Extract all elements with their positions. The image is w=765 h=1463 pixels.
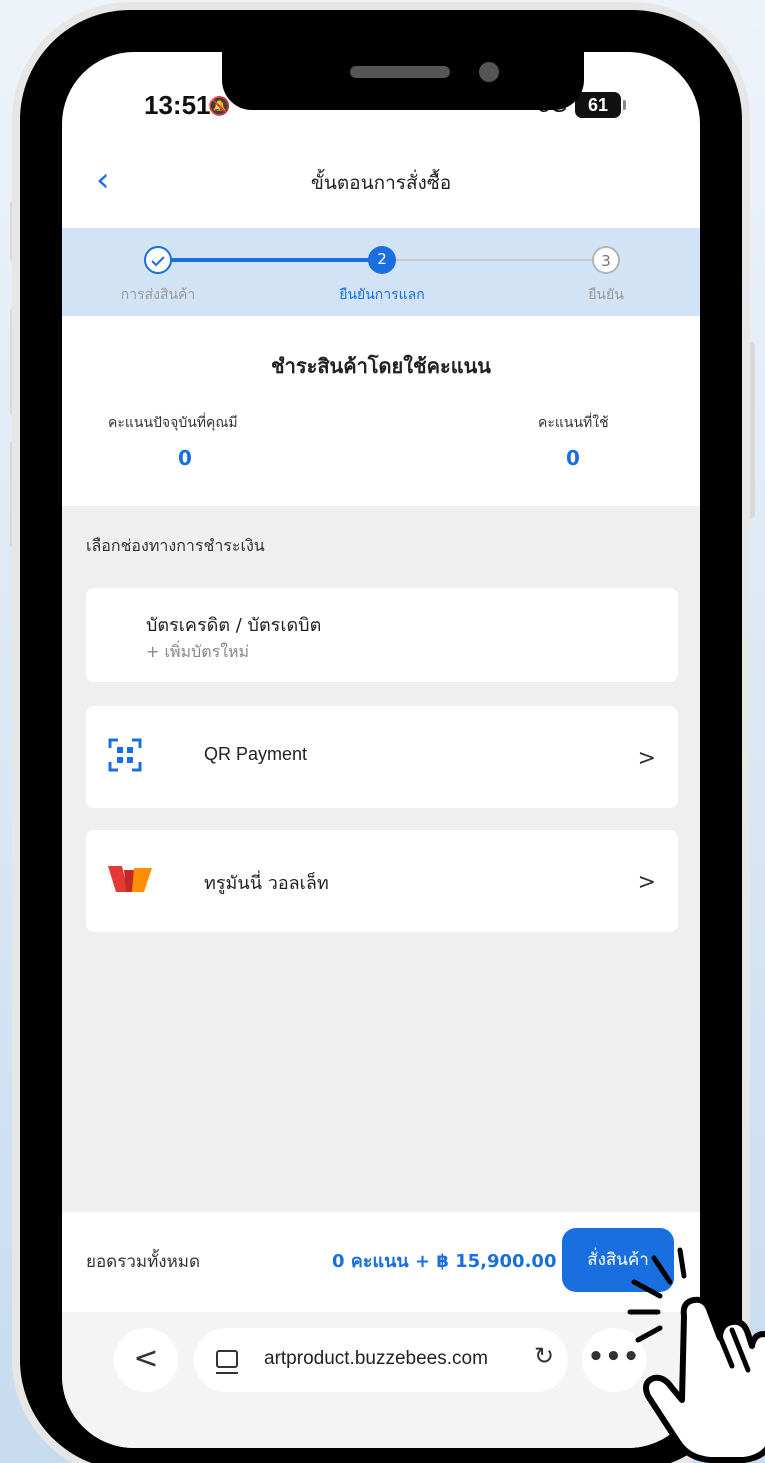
- volume-up-button: [10, 308, 20, 416]
- tap-hand-icon: [627, 1247, 765, 1463]
- total-label: ยอดรวมทั้งหมด: [86, 1252, 201, 1272]
- url-text: artproduct.buzzebees.com: [264, 1348, 488, 1369]
- progress-stepper: 2 3 การส่งสินค้า ยืนยันการแลก ยืนยัน: [62, 228, 700, 316]
- truemoney-logo-icon: [108, 866, 152, 892]
- order-footer: ยอดรวมทั้งหมด 0 คะแนน + ฿ 15,900.00 สั่ง…: [62, 1212, 700, 1312]
- mute-switch: [10, 200, 20, 262]
- step-line-pending: [388, 259, 604, 261]
- status-time: 13:51: [144, 90, 211, 120]
- volume-down-button: [10, 440, 20, 548]
- truemoney-wallet-label: ทรูมันนี่ วอลเล็ท: [204, 873, 329, 894]
- browser-toolbar: < artproduct.buzzebees.com ↻ •••: [62, 1312, 700, 1448]
- browser-back-button[interactable]: <: [114, 1328, 178, 1392]
- current-points-label: คะแนนปัจจุบันที่คุณมี: [108, 415, 238, 431]
- used-points-value: 0: [566, 446, 580, 470]
- credit-card-option[interactable]: บัตรเครดิต / บัตรเดบิต + เพิ่มบัตรใหม่: [86, 588, 678, 682]
- points-section: ชำระสินค้าโดยใช้คะแนน คะแนนปัจจุบันที่คุ…: [62, 316, 700, 506]
- used-points-label: คะแนนที่ใช้: [538, 415, 609, 431]
- credit-card-title: บัตรเครดิต / บัตรเดบิต: [146, 615, 322, 636]
- page-title: ขั้นตอนการสั่งซื้อ: [310, 172, 452, 194]
- step-2-circle: 2: [368, 246, 396, 274]
- qr-payment-option[interactable]: QR Payment >: [86, 706, 678, 808]
- payment-section: เลือกช่องทางการชำระเงิน บัตรเครดิต / บัต…: [62, 506, 700, 1212]
- step-1-check-icon: [144, 246, 172, 274]
- step-3-circle: 3: [592, 246, 620, 274]
- step-2-label: ยืนยันการแลก: [339, 287, 425, 303]
- notch: [222, 52, 584, 110]
- step-3-label: ยืนยัน: [588, 287, 624, 303]
- qr-scan-icon: [108, 738, 142, 772]
- wallet-chevron-right-icon: >: [637, 870, 656, 895]
- step-line-complete: [158, 258, 374, 262]
- battery-icon: 61: [575, 92, 621, 118]
- qr-chevron-right-icon: >: [637, 746, 656, 771]
- total-value: 0 คะแนน + ฿ 15,900.00: [332, 1251, 557, 1272]
- current-points-value: 0: [178, 446, 192, 470]
- camera: [479, 62, 499, 82]
- step-1-label: การส่งสินค้า: [120, 287, 196, 303]
- tabs-icon[interactable]: [216, 1350, 238, 1374]
- address-bar[interactable]: artproduct.buzzebees.com ↻: [194, 1328, 568, 1392]
- speaker: [350, 66, 450, 78]
- points-title: ชำระสินค้าโดยใช้คะแนน: [271, 354, 491, 378]
- qr-payment-label: QR Payment: [204, 744, 308, 764]
- silent-bell-icon: 🔕: [208, 96, 231, 117]
- truemoney-wallet-option[interactable]: ทรูมันนี่ วอลเล็ท >: [86, 830, 678, 932]
- battery-cap: [623, 100, 626, 110]
- phone-screen: 13:51 🔕 5G 61 ‹ ขั้นตอนการสั่งซื้อ 2 3 ก…: [62, 52, 700, 1448]
- reload-icon[interactable]: ↻: [534, 1342, 554, 1370]
- payment-method-label: เลือกช่องทางการชำระเงิน: [86, 536, 265, 555]
- power-button: [745, 342, 755, 518]
- add-card-link[interactable]: + เพิ่มบัตรใหม่: [146, 640, 249, 665]
